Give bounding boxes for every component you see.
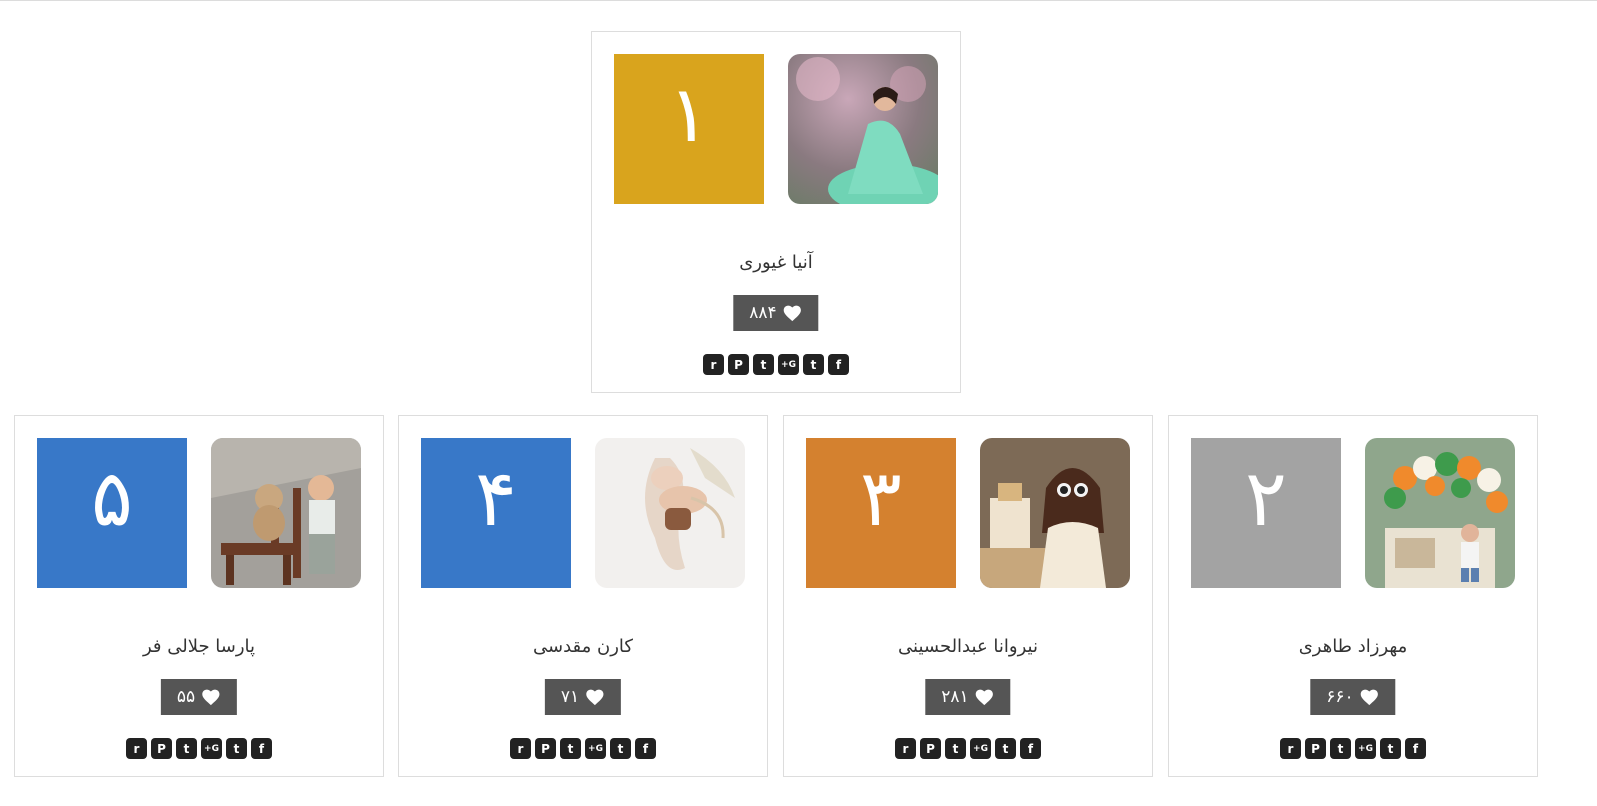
contestant-photo[interactable]	[211, 438, 361, 588]
like-button[interactable]: ۵۵	[160, 679, 238, 715]
contestant-name: مهرزاد طاهری	[1298, 636, 1408, 657]
facebook-icon[interactable]: f	[635, 738, 656, 759]
reddit-icon[interactable]: r	[895, 738, 916, 759]
pinterest-icon[interactable]: P	[535, 738, 556, 759]
pinterest-icon[interactable]: P	[920, 738, 941, 759]
contestant-photo[interactable]	[595, 438, 745, 588]
heart-icon	[1360, 688, 1380, 706]
share-icons: f t G+ t P r	[399, 738, 767, 759]
like-button[interactable]: ۶۶۰	[1310, 679, 1396, 715]
facebook-icon[interactable]: f	[251, 738, 272, 759]
facebook-icon[interactable]: f	[1020, 738, 1041, 759]
contestant-name: کارن مقدسی	[533, 636, 633, 657]
like-count: ۶۶۰	[1326, 687, 1354, 707]
rank-badge: ۲	[1191, 438, 1341, 588]
pinterest-icon[interactable]: P	[1305, 738, 1326, 759]
twitter-icon[interactable]: t	[1380, 738, 1401, 759]
contestant-card-2: ۲ مهرزاد طاهری ۶۶۰ f t G+ t P r	[1168, 415, 1538, 777]
like-button[interactable]: ۲۸۱	[925, 679, 1011, 715]
google-plus-icon[interactable]: G+	[201, 738, 222, 759]
google-plus-icon[interactable]: G+	[1355, 738, 1376, 759]
top-divider	[0, 0, 1597, 1]
heart-icon	[975, 688, 995, 706]
share-icons: f t G+ t P r	[784, 738, 1152, 759]
google-plus-icon[interactable]: G+	[970, 738, 991, 759]
reddit-icon[interactable]: r	[510, 738, 531, 759]
google-plus-icon[interactable]: G+	[585, 738, 606, 759]
tumblr-icon[interactable]: t	[1330, 738, 1351, 759]
like-count: ۵۵	[176, 687, 196, 707]
facebook-icon[interactable]: f	[828, 354, 849, 375]
heart-icon	[585, 688, 605, 706]
reddit-icon[interactable]: r	[126, 738, 147, 759]
contestant-name: آنیا غیوری	[739, 252, 813, 273]
tumblr-icon[interactable]: t	[945, 738, 966, 759]
rank-badge: ۵	[37, 438, 187, 588]
like-count: ۲۸۱	[941, 687, 969, 707]
tumblr-icon[interactable]: t	[560, 738, 581, 759]
like-count: ۸۸۴	[749, 303, 777, 323]
heart-icon	[201, 688, 221, 706]
twitter-icon[interactable]: t	[226, 738, 247, 759]
pinterest-icon[interactable]: P	[728, 354, 749, 375]
twitter-icon[interactable]: t	[803, 354, 824, 375]
contestant-name: پارسا جلالی فر	[142, 636, 256, 657]
contestant-photo[interactable]	[980, 438, 1130, 588]
contestant-photo[interactable]	[1365, 438, 1515, 588]
like-button[interactable]: ۷۱	[544, 679, 622, 715]
rank-badge: ۴	[421, 438, 571, 588]
tumblr-icon[interactable]: t	[176, 738, 197, 759]
contestant-photo[interactable]	[788, 54, 938, 204]
reddit-icon[interactable]: r	[703, 354, 724, 375]
facebook-icon[interactable]: f	[1405, 738, 1426, 759]
contestant-card-4: ۴ کارن مقدسی ۷۱ f t G+ t P r	[398, 415, 768, 777]
tumblr-icon[interactable]: t	[753, 354, 774, 375]
google-plus-icon[interactable]: G+	[778, 354, 799, 375]
rank-badge: ۳	[806, 438, 956, 588]
reddit-icon[interactable]: r	[1280, 738, 1301, 759]
contestant-card-1: ۱ آنیا غیوری ۸۸۴ f t G+ t P r	[591, 31, 961, 393]
contestant-name: نیروانا عبدالحسینی	[898, 636, 1038, 657]
contestant-card-3: ۳ نیروانا عبدالحسینی ۲۸۱ f t G+ t P r	[783, 415, 1153, 777]
pinterest-icon[interactable]: P	[151, 738, 172, 759]
like-button[interactable]: ۸۸۴	[733, 295, 819, 331]
share-icons: f t G+ t P r	[592, 354, 960, 375]
share-icons: f t G+ t P r	[15, 738, 383, 759]
heart-icon	[783, 304, 803, 322]
contestant-card-5: ۵ پارسا جلالی فر ۵۵ f t G+ t P r	[14, 415, 384, 777]
twitter-icon[interactable]: t	[995, 738, 1016, 759]
share-icons: f t G+ t P r	[1169, 738, 1537, 759]
rank-badge: ۱	[614, 54, 764, 204]
twitter-icon[interactable]: t	[610, 738, 631, 759]
like-count: ۷۱	[560, 687, 580, 707]
